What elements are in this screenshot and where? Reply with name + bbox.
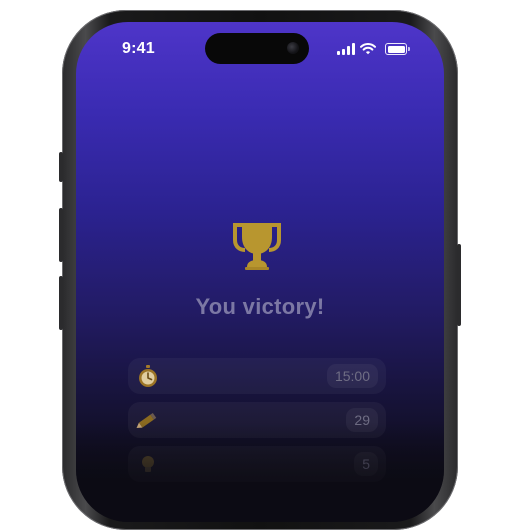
lightbulb-icon [142, 456, 154, 472]
stat-value-hints: 5 [354, 452, 378, 476]
stat-row-moves: 29 [128, 402, 386, 438]
status-time: 9:41 [122, 40, 155, 57]
volume-down-button [59, 276, 63, 330]
front-camera [287, 42, 299, 54]
trophy-icon [233, 223, 281, 270]
phone-screen: 9:41 You victory! 15:00 29 5 [76, 22, 444, 522]
dynamic-island [205, 33, 309, 64]
pencil-icon [136, 412, 157, 429]
status-bar: 9:41 [76, 22, 444, 76]
stat-row-hints: 5 [128, 446, 386, 482]
stat-row-time: 15:00 [128, 358, 386, 394]
volume-up-button [59, 208, 63, 262]
stat-value-moves: 29 [346, 408, 378, 432]
signal-icon [337, 43, 355, 55]
power-button [457, 244, 461, 326]
mute-switch [59, 152, 63, 182]
victory-title: You victory! [195, 294, 325, 319]
stopwatch-icon [139, 365, 157, 387]
wifi-icon [360, 42, 376, 55]
stat-value-time: 15:00 [326, 364, 378, 388]
battery-icon [385, 43, 410, 55]
